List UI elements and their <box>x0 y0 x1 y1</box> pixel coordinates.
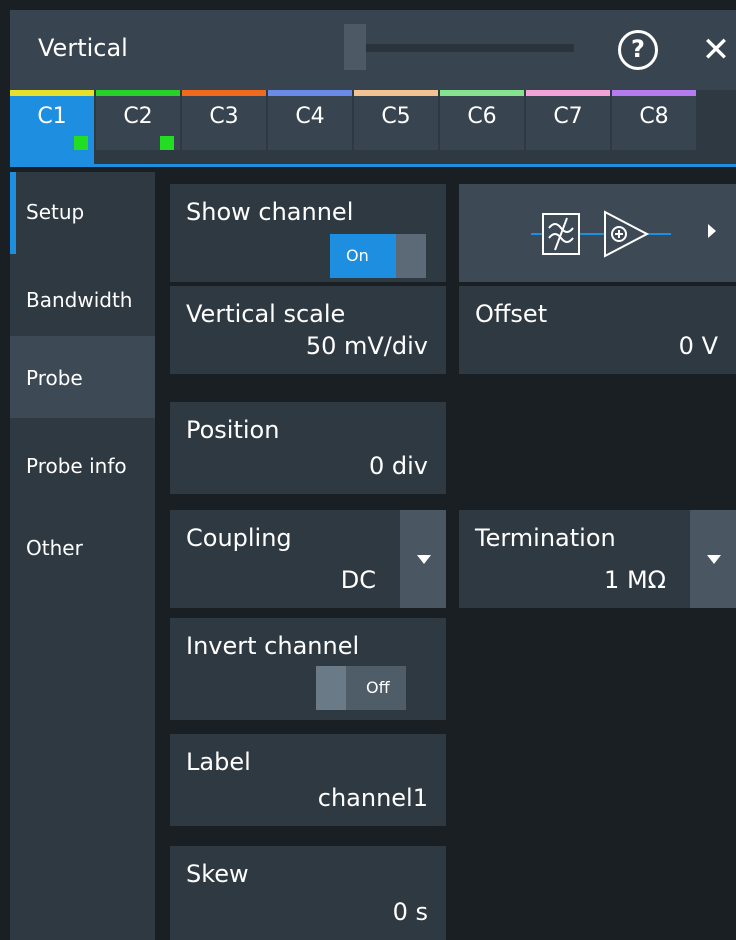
tab-label: C7 <box>553 104 583 129</box>
offset-field[interactable]: Offset 0 V <box>459 286 736 374</box>
position-field[interactable]: Position 0 div <box>170 402 446 494</box>
tab-label: C6 <box>467 104 497 129</box>
label-field-label: Label <box>186 748 251 776</box>
transparency-slider-track[interactable] <box>344 44 574 52</box>
sidebar-item-probe[interactable]: Probe <box>10 336 155 418</box>
title-bar: Vertical ? ✕ <box>10 10 736 90</box>
dialog-title: Vertical <box>38 34 128 62</box>
chevron-down-icon <box>707 555 721 564</box>
vertical-dialog: Vertical ? ✕ C1 C2 C3 C4 C5 C6 C7 C8 Set… <box>0 0 736 940</box>
close-icon[interactable]: ✕ <box>698 28 734 72</box>
termination-dropdown-button[interactable] <box>690 510 736 608</box>
tab-c8[interactable]: C8 <box>612 90 696 150</box>
invert-channel-toggle[interactable]: Off <box>316 666 406 710</box>
sidebar-item-label: Probe <box>26 366 83 390</box>
help-icon[interactable]: ? <box>618 30 658 70</box>
termination-label: Termination <box>475 524 616 552</box>
invert-channel-tile: Invert channel Off <box>170 618 446 720</box>
tab-label: C4 <box>295 104 325 129</box>
sidebar-item-label: Other <box>26 536 83 560</box>
tab-color-bar <box>526 90 610 96</box>
tab-label: C2 <box>123 104 153 129</box>
invert-channel-label: Invert channel <box>186 632 360 660</box>
termination-value: 1 MΩ <box>604 566 666 594</box>
show-channel-toggle[interactable]: On <box>330 234 426 278</box>
toggle-state-label: Off <box>366 678 390 697</box>
sidebar: Setup Bandwidth Probe Probe info Other <box>10 172 155 940</box>
position-value: 0 div <box>368 452 428 480</box>
tab-label: C3 <box>209 104 239 129</box>
channel-active-indicator <box>74 136 88 150</box>
tab-c1[interactable]: C1 <box>10 90 94 164</box>
offset-label: Offset <box>475 300 548 328</box>
sidebar-item-label: Setup <box>26 200 85 224</box>
vertical-scale-value: 50 mV/div <box>305 332 428 360</box>
offset-value: 0 V <box>678 332 718 360</box>
label-field[interactable]: Label channel1 <box>170 734 446 826</box>
tab-c4[interactable]: C4 <box>268 90 352 150</box>
show-channel-label: Show channel <box>186 198 354 226</box>
skew-field[interactable]: Skew 0 s <box>170 846 446 940</box>
settings-panel: Show channel On Vertical scale 50 mV/div… <box>155 172 736 940</box>
tab-color-bar <box>612 90 696 96</box>
tab-c6[interactable]: C6 <box>440 90 524 150</box>
show-channel-tile: Show channel On <box>170 184 446 282</box>
coupling-label: Coupling <box>186 524 292 552</box>
tab-c5[interactable]: C5 <box>354 90 438 150</box>
sidebar-item-label: Probe info <box>26 454 127 478</box>
tab-label: C1 <box>37 104 67 129</box>
skew-value: 0 s <box>392 898 428 926</box>
vertical-scale-field[interactable]: Vertical scale 50 mV/div <box>170 286 446 374</box>
tab-color-bar <box>10 90 94 96</box>
tab-label: C5 <box>381 104 411 129</box>
channel-tab-bar: C1 C2 C3 C4 C5 C6 C7 C8 <box>10 90 736 166</box>
toggle-state-label: On <box>346 246 369 265</box>
tab-c2[interactable]: C2 <box>96 90 180 150</box>
skew-label: Skew <box>186 860 249 888</box>
chevron-down-icon <box>417 555 431 564</box>
tab-color-bar <box>354 90 438 96</box>
vertical-scale-label: Vertical scale <box>186 300 346 328</box>
label-field-value: channel1 <box>317 784 428 812</box>
sidebar-item-bandwidth[interactable]: Bandwidth <box>10 254 155 336</box>
sidebar-item-label: Bandwidth <box>26 288 133 312</box>
tab-color-bar <box>96 90 180 96</box>
tab-c3[interactable]: C3 <box>182 90 266 150</box>
signal-path-diagram <box>531 210 671 258</box>
signal-path-button[interactable] <box>459 184 736 282</box>
tab-color-bar <box>182 90 266 96</box>
toggle-knob <box>316 666 346 710</box>
position-label: Position <box>186 416 280 444</box>
sidebar-item-probe-info[interactable]: Probe info <box>10 420 155 502</box>
transparency-slider-thumb[interactable] <box>344 24 366 70</box>
coupling-value: DC <box>340 566 376 594</box>
channel-active-indicator <box>160 136 174 150</box>
tab-color-bar <box>268 90 352 96</box>
tab-underline <box>10 164 736 167</box>
tab-label: C8 <box>639 104 669 129</box>
chevron-right-icon <box>708 224 716 238</box>
tab-color-bar <box>440 90 524 96</box>
tab-c7[interactable]: C7 <box>526 90 610 150</box>
coupling-dropdown-button[interactable] <box>400 510 446 608</box>
sidebar-item-setup[interactable]: Setup <box>10 172 155 254</box>
toggle-knob <box>396 234 426 278</box>
sidebar-item-other[interactable]: Other <box>10 502 155 584</box>
